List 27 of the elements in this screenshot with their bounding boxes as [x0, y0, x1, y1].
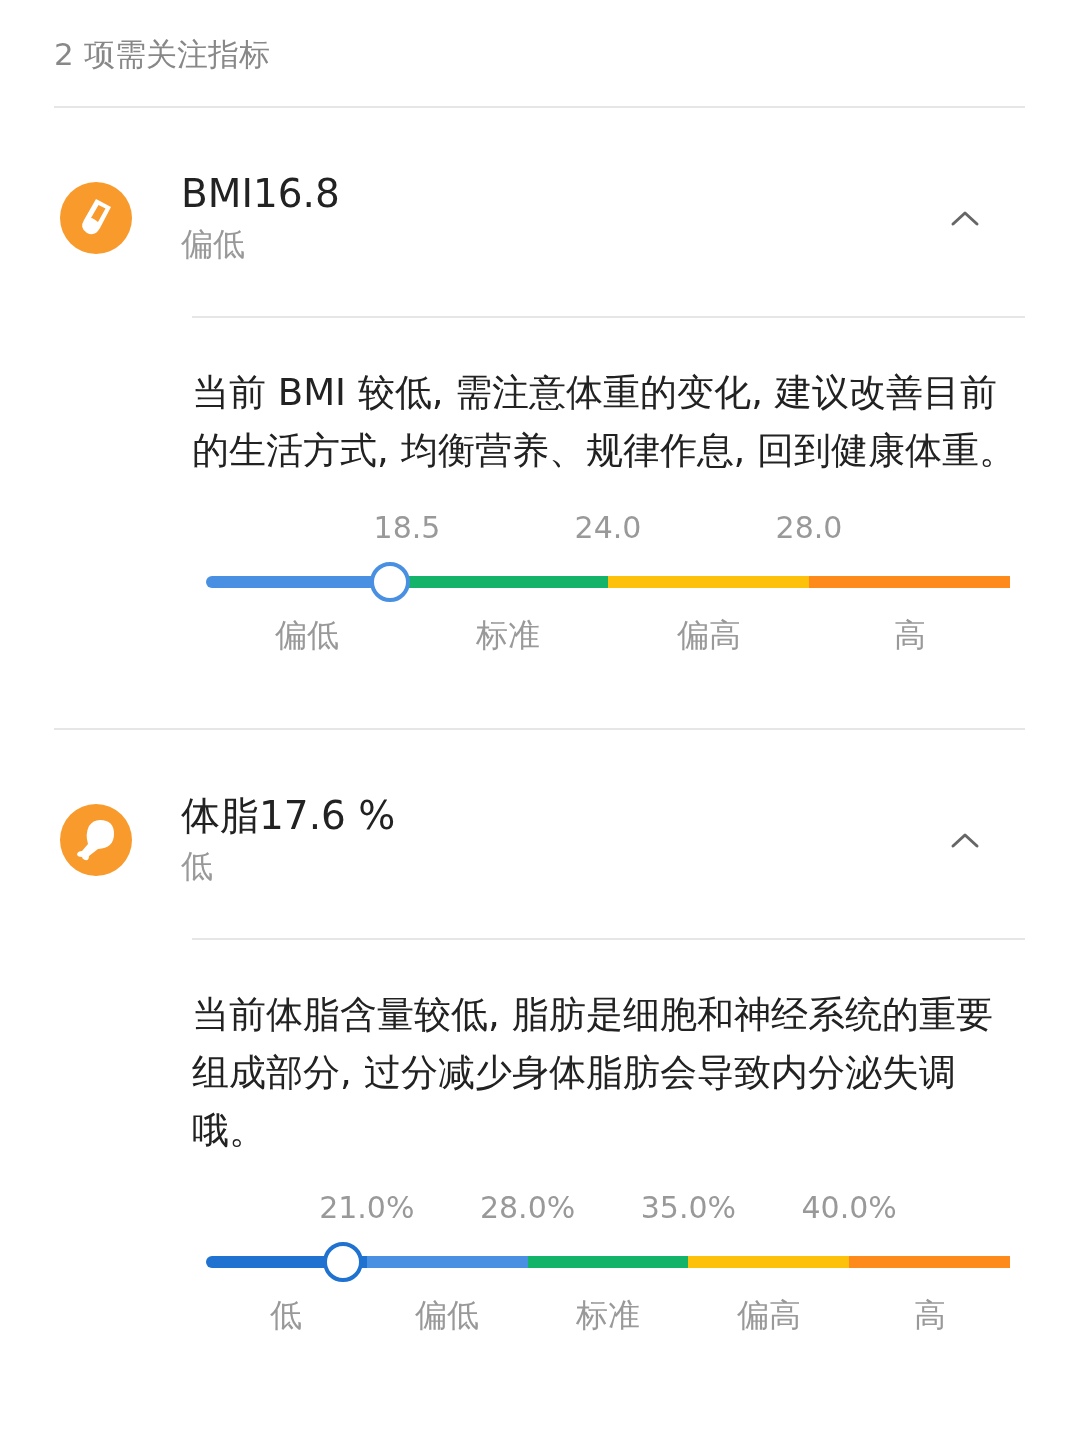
description-text: 当前体脂含量较低, 脂肪是细胞和神经系统的重要组成部分, 过分减少身体脂肪会导致内分泌失调哦。 [192, 992, 994, 1154]
scale-tick: 24.0 [574, 510, 642, 545]
section-title: 2 项需关注指标 [54, 0, 1025, 108]
indicator-status: 低 [181, 846, 214, 887]
indicator-status: 偏低 [181, 224, 246, 265]
scale-tick: 28.0% [479, 1190, 576, 1225]
test-tube-icon [60, 182, 132, 254]
indicator-title: BMI16.8 [181, 170, 341, 218]
range-label: 标准 [475, 615, 540, 656]
range-label: 偏低 [415, 1295, 480, 1336]
range-label: 高 [913, 1295, 946, 1336]
indicator-title: 体脂17.6 % [181, 792, 397, 840]
scale-tick: 35.0% [640, 1190, 737, 1225]
chevron-icon[interactable] [950, 831, 980, 849]
range-label: 偏低 [274, 615, 339, 656]
range-label: 标准 [576, 1295, 640, 1336]
range-label: 偏高 [676, 615, 741, 656]
range-label: 低 [270, 1295, 303, 1336]
scale-tick: 21.0% [319, 1190, 415, 1225]
drumstick-icon [60, 804, 132, 876]
scale-tick: 40.0% [801, 1190, 897, 1225]
description-text: 当前 BMI 较低, 需注意体重的变化, 建议改善目前的生活方式, 均衡营养、规律作息, 回到健康体重。 [192, 370, 1018, 474]
scale-tick: 28.0 [775, 510, 843, 545]
range-label: 高 [893, 615, 926, 656]
range-label: 偏高 [736, 1295, 801, 1336]
scale-tick: 18.5 [373, 510, 441, 545]
chevron-icon[interactable] [950, 209, 980, 227]
